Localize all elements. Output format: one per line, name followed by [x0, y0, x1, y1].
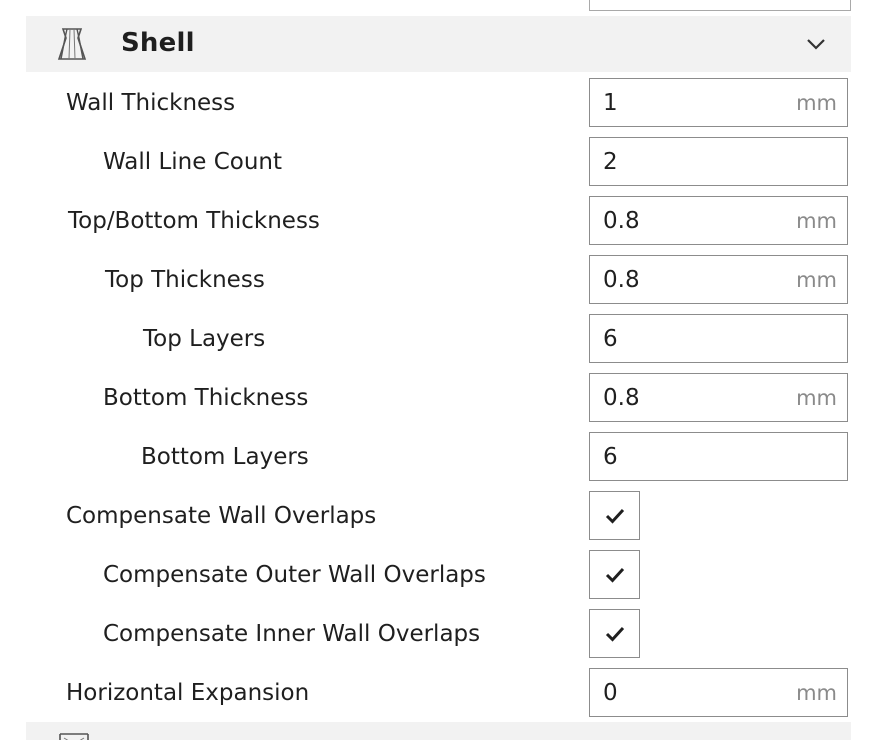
setting-label: Compensate Inner Wall Overlaps	[103, 621, 481, 647]
field-unit: mm	[796, 268, 837, 292]
field-value: 0.8	[603, 385, 640, 411]
compensate-wall-overlaps-checkbox[interactable]	[589, 491, 640, 540]
shell-icon	[54, 26, 90, 62]
section-title: Shell	[121, 28, 195, 58]
setting-row-horizontal-expansion: Horizontal Expansion 0 mm	[0, 668, 871, 720]
checkmark-icon	[605, 626, 625, 642]
next-section-icon	[56, 732, 92, 740]
field-value: 6	[603, 326, 618, 352]
setting-label: Wall Thickness	[66, 90, 236, 116]
field-value: 2	[603, 149, 618, 175]
setting-row-compensate-outer-wall-overlaps: Compensate Outer Wall Overlaps	[0, 550, 871, 602]
checkmark-icon	[605, 508, 625, 524]
setting-label: Horizontal Expansion	[66, 680, 310, 706]
field-value: 0.8	[603, 208, 640, 234]
checkmark-icon	[605, 567, 625, 583]
field-unit: mm	[796, 681, 837, 705]
setting-label: Top Layers	[143, 326, 266, 352]
top-bottom-thickness-input[interactable]: 0.8 mm	[589, 196, 848, 245]
chevron-down-icon[interactable]	[805, 34, 827, 54]
setting-row-top-thickness: Top Thickness 0.8 mm	[0, 255, 871, 307]
horizontal-expansion-input[interactable]: 0 mm	[589, 668, 848, 717]
field-unit: mm	[796, 91, 837, 115]
bottom-thickness-input[interactable]: 0.8 mm	[589, 373, 848, 422]
setting-label: Compensate Wall Overlaps	[66, 503, 377, 529]
setting-label: Top/Bottom Thickness	[68, 208, 320, 234]
setting-row-compensate-wall-overlaps: Compensate Wall Overlaps	[0, 491, 871, 543]
field-value: 1	[603, 90, 618, 116]
setting-row-top-layers: Top Layers 6	[0, 314, 871, 366]
top-layers-input[interactable]: 6	[589, 314, 848, 363]
setting-row-bottom-layers: Bottom Layers 6	[0, 432, 871, 484]
shell-section-header[interactable]: Shell	[26, 16, 851, 72]
top-thickness-input[interactable]: 0.8 mm	[589, 255, 848, 304]
setting-label: Compensate Outer Wall Overlaps	[103, 562, 486, 588]
field-value: 6	[603, 444, 618, 470]
field-unit: mm	[796, 386, 837, 410]
setting-label: Bottom Layers	[141, 444, 309, 470]
bottom-layers-input[interactable]: 6	[589, 432, 848, 481]
wall-line-count-input[interactable]: 2	[589, 137, 848, 186]
compensate-outer-wall-overlaps-checkbox[interactable]	[589, 550, 640, 599]
setting-row-top-bottom-thickness: Top/Bottom Thickness 0.8 mm	[0, 196, 871, 248]
setting-row-wall-line-count: Wall Line Count 2	[0, 137, 871, 189]
settings-panel: Shell Wall Thickness 1 mm Wall Line Coun…	[0, 0, 871, 740]
setting-label: Bottom Thickness	[103, 385, 309, 411]
field-value: 0.8	[603, 267, 640, 293]
field-unit: mm	[796, 209, 837, 233]
setting-row-bottom-thickness: Bottom Thickness 0.8 mm	[0, 373, 871, 425]
field-value: 0	[603, 680, 618, 706]
next-section-header[interactable]	[26, 722, 851, 740]
setting-label: Wall Line Count	[103, 149, 283, 175]
previous-setting-field[interactable]	[589, 0, 851, 11]
compensate-inner-wall-overlaps-checkbox[interactable]	[589, 609, 640, 658]
wall-thickness-input[interactable]: 1 mm	[589, 78, 848, 127]
setting-row-wall-thickness: Wall Thickness 1 mm	[0, 78, 871, 130]
setting-label: Top Thickness	[105, 267, 265, 293]
setting-row-compensate-inner-wall-overlaps: Compensate Inner Wall Overlaps	[0, 609, 871, 661]
